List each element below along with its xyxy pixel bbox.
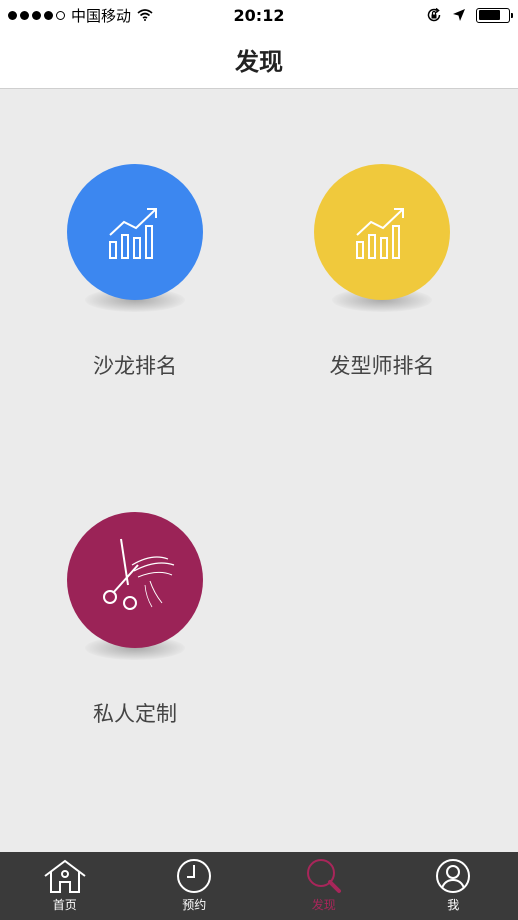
scissors-icon <box>103 538 175 610</box>
salon-ranking-button[interactable]: 沙龙排名 <box>35 164 235 380</box>
tab-me[interactable]: 我 <box>389 852 518 920</box>
private-custom-circle <box>67 512 203 648</box>
page-title: 发现 <box>235 47 283 76</box>
private-custom-button[interactable]: 私人定制 <box>35 512 235 728</box>
tab-home[interactable]: 首页 <box>0 852 130 920</box>
rotation-lock-icon <box>427 7 441 22</box>
user-icon <box>436 859 471 893</box>
tab-booking[interactable]: 预约 <box>130 852 260 920</box>
status-right <box>426 7 513 23</box>
navigation-bar: 发现 <box>0 30 518 89</box>
stylist-ranking-button[interactable]: 发型师排名 <box>282 164 482 380</box>
private-custom-icon-wrap <box>67 512 203 672</box>
salon-ranking-label: 沙龙排名 <box>93 354 177 378</box>
tab-me-label: 我 <box>447 898 460 912</box>
battery-icon <box>476 7 513 23</box>
carrier-name: 中国移动 <box>71 6 132 25</box>
location-arrow-icon <box>453 9 465 21</box>
tab-booking-label: 预约 <box>182 898 207 912</box>
stylist-ranking-icon-wrap <box>314 164 450 324</box>
chart-growth-icon <box>109 208 157 259</box>
chart-growth-icon <box>356 208 404 259</box>
salon-ranking-circle <box>67 164 203 300</box>
search-icon <box>306 859 341 893</box>
tab-home-label: 首页 <box>52 898 77 912</box>
private-custom-label: 私人定制 <box>93 702 177 726</box>
battery-level <box>478 10 501 20</box>
tab-bar: 首页 预约 发现 我 <box>0 852 518 920</box>
stylist-ranking-circle <box>314 164 450 300</box>
status-bar: 中国移动 20:12 <box>0 0 518 30</box>
tab-discover[interactable]: 发现 <box>259 852 389 920</box>
signal-strength-icon <box>8 10 65 20</box>
clock-icon <box>177 859 212 893</box>
home-icon <box>44 859 86 893</box>
salon-ranking-icon-wrap <box>67 164 203 324</box>
wifi-icon <box>137 9 153 21</box>
status-left: 中国移动 <box>8 5 178 26</box>
tab-discover-label: 发现 <box>311 898 336 912</box>
stylist-ranking-label: 发型师排名 <box>329 354 435 378</box>
